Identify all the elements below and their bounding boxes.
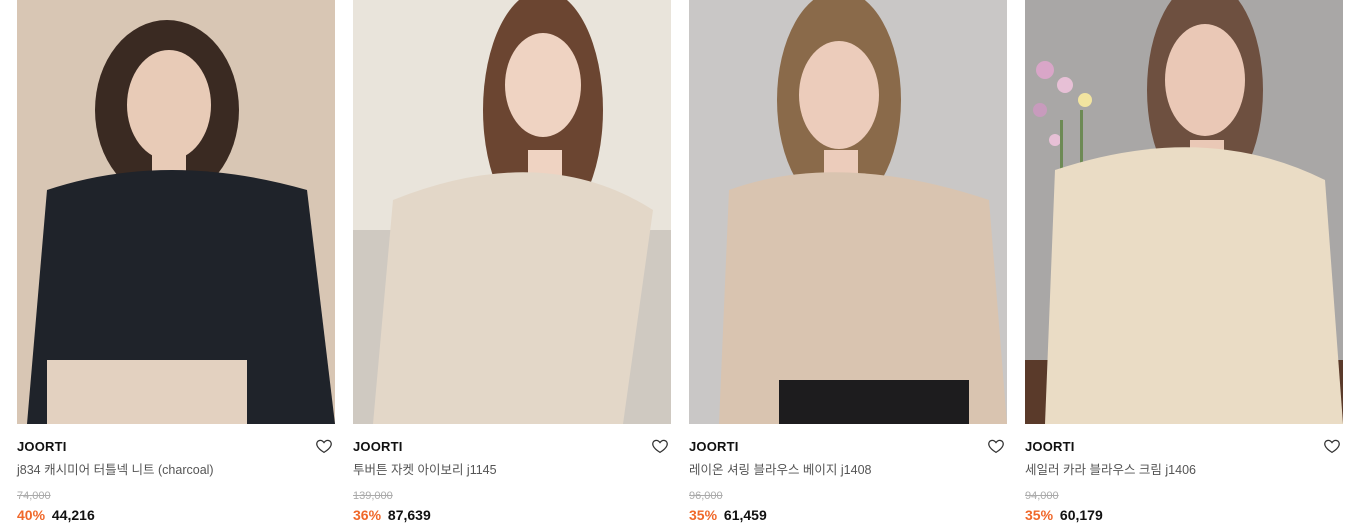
product-image[interactable]: [353, 0, 671, 424]
product-name[interactable]: 레이온 셔링 블라우스 베이지 j1408: [689, 461, 1007, 479]
price-row: 35% 61,459: [689, 506, 1007, 524]
original-price: 94,000: [1025, 490, 1059, 502]
product-name[interactable]: 투버튼 자켓 아이보리 j1145: [353, 461, 671, 479]
product-photo: [17, 0, 335, 424]
product-grid: JOORTI j834 캐시미어 터틀넥 니트 (charcoal) 74,00…: [17, 0, 1343, 524]
product-image[interactable]: [1025, 0, 1343, 424]
brand-row: JOORTI: [353, 438, 671, 456]
brand-row: JOORTI: [689, 438, 1007, 456]
product-card[interactable]: JOORTI 투버튼 자켓 아이보리 j1145 139,000 36% 87,…: [353, 0, 671, 524]
brand-name: JOORTI: [1025, 439, 1075, 454]
brand-row: JOORTI: [17, 438, 335, 456]
original-price: 74,000: [17, 490, 51, 502]
product-photo: [689, 0, 1007, 424]
product-name[interactable]: 세일러 카라 블라우스 크림 j1406: [1025, 461, 1343, 479]
product-photo: [353, 0, 671, 424]
heart-outline-icon[interactable]: [315, 437, 333, 455]
product-name[interactable]: j834 캐시미어 터틀넥 니트 (charcoal): [17, 461, 335, 479]
brand-name: JOORTI: [353, 439, 403, 454]
product-image[interactable]: [689, 0, 1007, 424]
heart-outline-icon[interactable]: [1323, 437, 1341, 455]
brand-name: JOORTI: [689, 439, 739, 454]
price-row: 36% 87,639: [353, 506, 671, 524]
product-card[interactable]: JOORTI 레이온 셔링 블라우스 베이지 j1408 96,000 35% …: [689, 0, 1007, 524]
price-row: 40% 44,216: [17, 506, 335, 524]
product-card[interactable]: JOORTI j834 캐시미어 터틀넥 니트 (charcoal) 74,00…: [17, 0, 335, 524]
heart-outline-icon[interactable]: [651, 437, 669, 455]
brand-row: JOORTI: [1025, 438, 1343, 456]
heart-outline-icon[interactable]: [987, 437, 1005, 455]
original-price: 96,000: [689, 490, 723, 502]
product-photo: [1025, 0, 1343, 424]
brand-name: JOORTI: [17, 439, 67, 454]
product-image[interactable]: [17, 0, 335, 424]
price-row: 35% 60,179: [1025, 506, 1343, 524]
product-card[interactable]: JOORTI 세일러 카라 블라우스 크림 j1406 94,000 35% 6…: [1025, 0, 1343, 524]
original-price: 139,000: [353, 490, 393, 502]
